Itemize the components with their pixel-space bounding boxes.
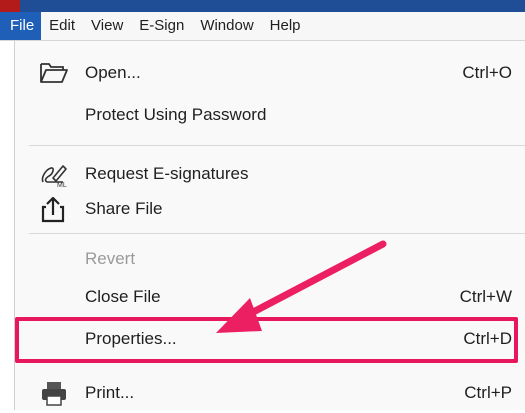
menu-esign[interactable]: E-Sign (131, 12, 192, 40)
menu-bar: File Edit View E-Sign Window Help (0, 12, 525, 41)
menu-item-label: Protect Using Password (85, 105, 267, 124)
menu-item-request-esignatures[interactable]: ML Request E-signatures (15, 154, 525, 194)
menu-item-shortcut: Ctrl+P (464, 383, 512, 402)
menu-item-open[interactable]: Open... Ctrl+O (15, 53, 525, 93)
menu-file[interactable]: File (0, 12, 42, 40)
menu-item-shortcut: Ctrl+O (462, 63, 512, 82)
menu-item-label: Share File (85, 199, 163, 218)
menu-item-label: Print... (85, 383, 135, 402)
menu-view[interactable]: View (83, 12, 131, 40)
folder-open-icon (39, 59, 69, 87)
share-icon (39, 195, 69, 223)
menu-item-label: Open... (85, 63, 141, 82)
menu-item-protect-password[interactable]: Protect Using Password (15, 95, 525, 135)
app-logo-strip (0, 0, 20, 12)
menu-item-label: Close File (85, 287, 161, 306)
menu-separator (29, 233, 525, 234)
menu-separator (29, 145, 525, 146)
menu-window[interactable]: Window (192, 12, 261, 40)
menu-item-print[interactable]: Print... Ctrl+P (15, 373, 525, 413)
printer-icon (39, 379, 69, 407)
properties-highlight-box (15, 317, 518, 363)
file-menu-dropdown: Open... Ctrl+O Protect Using Password ML… (14, 41, 525, 410)
menu-item-label: Request E-signatures (85, 164, 249, 183)
title-bar (0, 0, 525, 12)
svg-text:ML: ML (57, 182, 67, 188)
menu-item-revert: Revert (15, 239, 525, 279)
menu-item-close-file[interactable]: Close File Ctrl+W (15, 277, 525, 317)
menu-help[interactable]: Help (262, 12, 309, 40)
menu-item-share-file[interactable]: Share File (15, 189, 525, 229)
menu-item-shortcut: Ctrl+W (459, 287, 512, 306)
pen-signature-icon: ML (39, 160, 69, 189)
menu-item-label: Revert (85, 249, 136, 268)
menu-edit[interactable]: Edit (41, 12, 83, 40)
